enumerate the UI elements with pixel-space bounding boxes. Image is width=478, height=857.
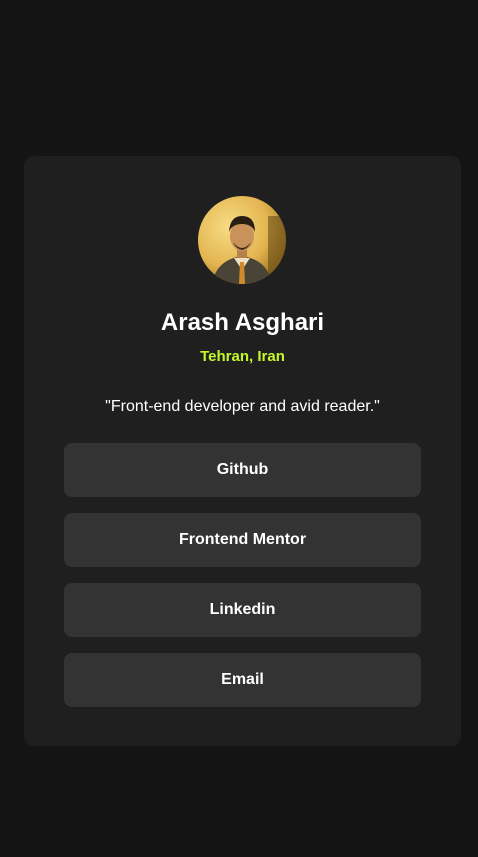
github-link-button[interactable]: Github: [64, 443, 421, 497]
avatar: [198, 196, 286, 284]
profile-name: Arash Asghari: [160, 309, 325, 336]
frontend-mentor-link-button[interactable]: Frontend Mentor: [64, 513, 421, 567]
social-links: Github Frontend Mentor Linkedin Email: [64, 443, 421, 723]
email-link-button[interactable]: Email: [64, 653, 421, 707]
profile-location: Tehran, Iran: [200, 348, 285, 365]
linkedin-link-button[interactable]: Linkedin: [64, 583, 421, 637]
avatar-photo: [198, 196, 286, 284]
profile-card: Arash Asghari Tehran, Iran "Front-end de…: [24, 156, 461, 746]
profile-bio: "Front-end developer and avid reader.": [105, 398, 380, 415]
